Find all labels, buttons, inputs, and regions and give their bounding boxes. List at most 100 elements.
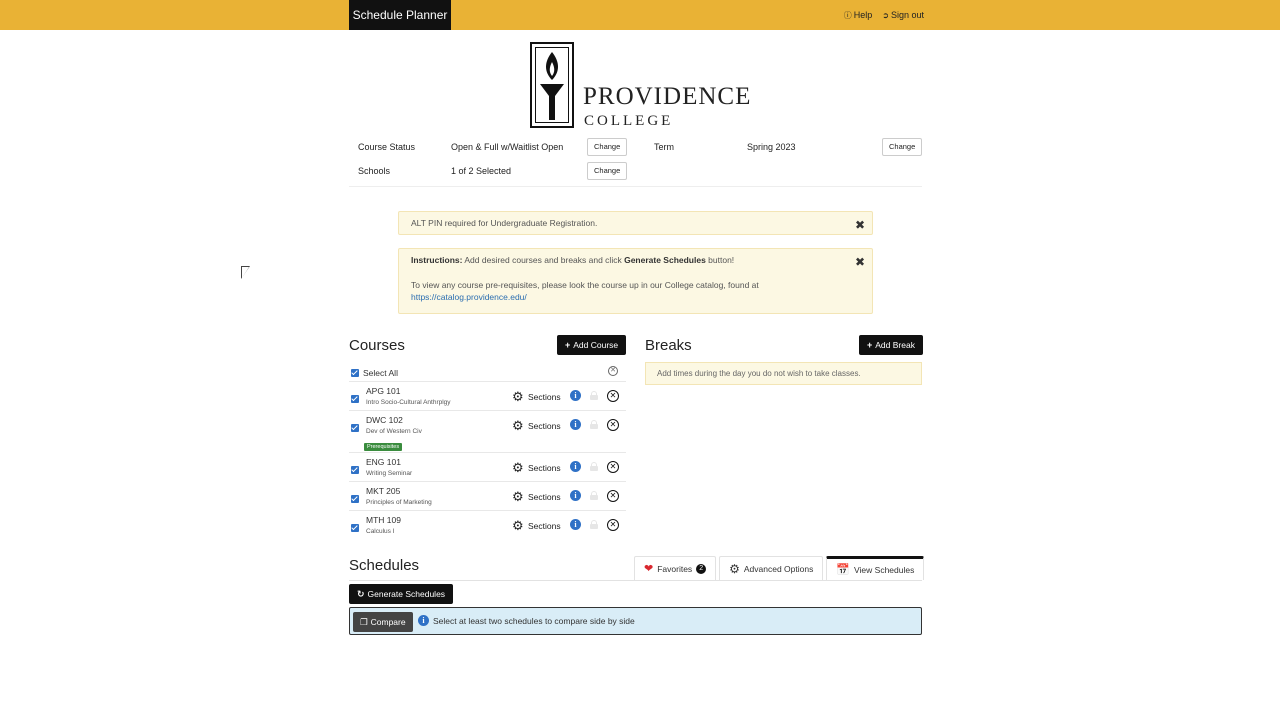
course-title: Calculus I (366, 528, 395, 535)
remove-course-icon[interactable]: ✕ (607, 461, 619, 473)
signout-link[interactable]: ➲ Sign out (882, 10, 924, 20)
calendar-icon: 📅 (836, 564, 851, 576)
course-status-value: Open & Full w/Waitlist Open (451, 142, 564, 152)
course-checkbox[interactable] (351, 466, 359, 474)
instructions-label: Instructions: (411, 255, 463, 265)
info-icon[interactable]: i (570, 490, 581, 501)
sections-button[interactable]: Sections (528, 492, 561, 502)
select-all-label[interactable]: Select All (363, 368, 398, 378)
tab-advanced-options[interactable]: ⚙ Advanced Options (719, 556, 824, 580)
instructions-bold: Generate Schedules (624, 255, 706, 265)
change-term-button[interactable]: Change (882, 138, 923, 156)
courses-heading: Courses (349, 337, 405, 354)
course-code: MKT 205 (366, 486, 401, 496)
course-row: MKT 205 Principles of Marketing ⚙ Sectio… (349, 481, 626, 510)
question-icon: ⓘ (843, 10, 852, 20)
term-value: Spring 2023 (747, 142, 796, 152)
gear-icon[interactable]: ⚙ (512, 390, 524, 403)
compare-message: i Select at least two schedules to compa… (418, 615, 635, 626)
sections-button[interactable]: Sections (528, 392, 561, 402)
tabs-underline (349, 580, 922, 581)
schools-value: 1 of 2 Selected (451, 166, 512, 176)
sections-button[interactable]: Sections (528, 421, 561, 431)
select-all-row: Select All ✕ (349, 364, 626, 381)
course-title: Writing Seminar (366, 470, 413, 477)
altpin-text: ALT PIN required for Undergraduate Regis… (411, 218, 598, 228)
mouse-cursor-fill (242, 267, 249, 278)
view-schedules-label: View Schedules (854, 564, 915, 575)
term-label: Term (654, 142, 674, 152)
sections-button[interactable]: Sections (528, 521, 561, 531)
clear-all-icon[interactable]: ✕ (608, 366, 618, 376)
generate-schedules-button[interactable]: ↻ Generate Schedules (349, 584, 454, 604)
info-icon[interactable]: i (570, 419, 581, 430)
info-icon[interactable]: i (570, 519, 581, 530)
top-links: ⓘ Help ➲ Sign out (844, 0, 924, 30)
app-title[interactable]: Schedule Planner (349, 0, 451, 30)
gear-icon[interactable]: ⚙ (512, 419, 524, 432)
lock-icon[interactable] (590, 462, 598, 471)
prereq-text: To view any course pre-requisites, pleas… (411, 280, 759, 290)
altpin-alert: ALT PIN required for Undergraduate Regis… (398, 211, 873, 235)
college-logo: PROVIDENCE COLLEGE (530, 42, 750, 130)
help-link[interactable]: ⓘ Help (844, 10, 873, 21)
change-schools-button[interactable]: Change (587, 162, 628, 180)
gear-icon[interactable]: ⚙ (512, 519, 524, 532)
course-checkbox[interactable] (351, 495, 359, 503)
course-title: Intro Socio-Cultural Anthrplgy (366, 399, 451, 406)
remove-course-icon[interactable]: ✕ (607, 390, 619, 402)
remove-course-icon[interactable]: ✕ (607, 419, 619, 431)
remove-course-icon[interactable]: ✕ (607, 490, 619, 502)
close-icon[interactable]: ✖ (855, 218, 865, 232)
breaks-note: Add times during the day you do not wish… (645, 362, 922, 385)
top-bar: Schedule Planner ⓘ Help ➲ Sign out (0, 0, 1280, 30)
lock-icon[interactable] (590, 491, 598, 500)
lock-icon[interactable] (590, 420, 598, 429)
tab-view-schedules[interactable]: 📅 View Schedules (826, 556, 925, 580)
add-break-label: Add Break (875, 340, 915, 350)
divider (349, 186, 922, 187)
info-icon[interactable]: i (570, 461, 581, 472)
logo-name: PROVIDENCE (583, 83, 752, 110)
compare-button[interactable]: ❐ Compare (353, 612, 413, 632)
sections-button[interactable]: Sections (528, 463, 561, 473)
copy-icon: ❐ (360, 617, 368, 627)
compare-message-text: Select at least two schedules to compare… (433, 615, 635, 626)
favorites-label: Favorites (657, 563, 693, 574)
schedule-tabs: ❤ Favorites 2 ⚙ Advanced Options 📅 View … (634, 556, 925, 580)
course-checkbox[interactable] (351, 524, 359, 532)
schedules-heading: Schedules (349, 557, 420, 574)
remove-course-icon[interactable]: ✕ (607, 519, 619, 531)
help-label: Help (853, 10, 873, 20)
info-icon: i (418, 615, 429, 626)
close-icon[interactable]: ✖ (855, 255, 865, 269)
compare-bar: ❐ Compare i Select at least two schedule… (349, 607, 922, 635)
lock-icon[interactable] (590, 391, 598, 400)
add-break-button[interactable]: + Add Break (859, 335, 923, 355)
torch-emblem-icon (530, 42, 574, 128)
info-icon[interactable]: i (570, 390, 581, 401)
course-code: DWC 102 (366, 415, 403, 425)
instructions-alert: Instructions: Add desired courses and br… (398, 248, 873, 314)
advanced-options-label: Advanced Options (743, 563, 814, 574)
logo-sub: COLLEGE (584, 113, 674, 129)
gear-icon[interactable]: ⚙ (512, 490, 524, 503)
heart-icon: ❤ (644, 563, 654, 575)
course-checkbox[interactable] (351, 424, 359, 432)
course-row: APG 101 Intro Socio-Cultural Anthrplgy ⚙… (349, 381, 626, 410)
prerequisites-badge[interactable]: Prerequisites (364, 443, 403, 451)
lock-icon[interactable] (590, 520, 598, 529)
gear-icon[interactable]: ⚙ (512, 461, 524, 474)
course-title: Principles of Marketing (366, 499, 432, 506)
select-all-checkbox[interactable] (351, 368, 359, 377)
tab-favorites[interactable]: ❤ Favorites 2 (634, 556, 717, 580)
add-course-button[interactable]: + Add Course (557, 335, 627, 355)
signout-label: Sign out (890, 10, 924, 20)
course-code: MTH 109 (366, 515, 401, 525)
catalog-link[interactable]: https://catalog.providence.edu/ (411, 291, 860, 303)
sign-out-icon: ➲ (882, 10, 889, 20)
course-row: DWC 102 Dev of Western Civ Prerequisites… (349, 410, 626, 452)
gears-icon: ⚙ (729, 561, 740, 576)
change-course-status-button[interactable]: Change (587, 138, 628, 156)
course-checkbox[interactable] (351, 395, 359, 403)
